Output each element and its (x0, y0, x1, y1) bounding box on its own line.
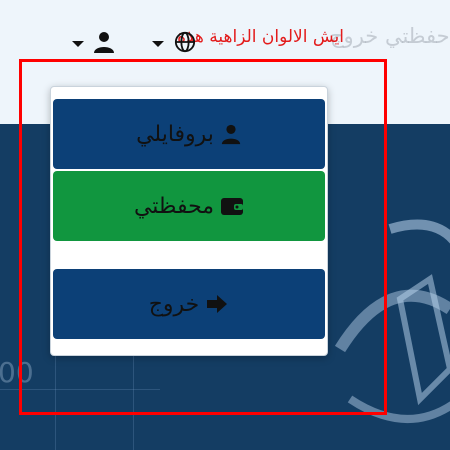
wallet-icon (220, 196, 244, 216)
user-icon (220, 123, 242, 145)
sign-out-icon (205, 294, 229, 314)
user-icon[interactable] (92, 30, 116, 58)
logout-button[interactable]: خروج (53, 269, 325, 339)
profile-button[interactable]: بروفايلي (53, 99, 325, 169)
account-caret-icon[interactable] (72, 41, 84, 47)
header-ghost-text: حفظتي خروج (330, 24, 450, 48)
language-caret-icon[interactable] (152, 41, 164, 47)
account-dropdown-menu: بروفايلي محفظتي خروج (50, 86, 328, 356)
colors-link[interactable]: ايش الالوان الزاهية هذة (177, 27, 344, 47)
logout-label: خروج (148, 291, 200, 317)
wallet-button[interactable]: محفظتي (53, 171, 325, 241)
globe-icon[interactable] (174, 31, 196, 57)
profile-label: بروفايلي (136, 121, 214, 147)
wallet-label: محفظتي (133, 193, 215, 219)
